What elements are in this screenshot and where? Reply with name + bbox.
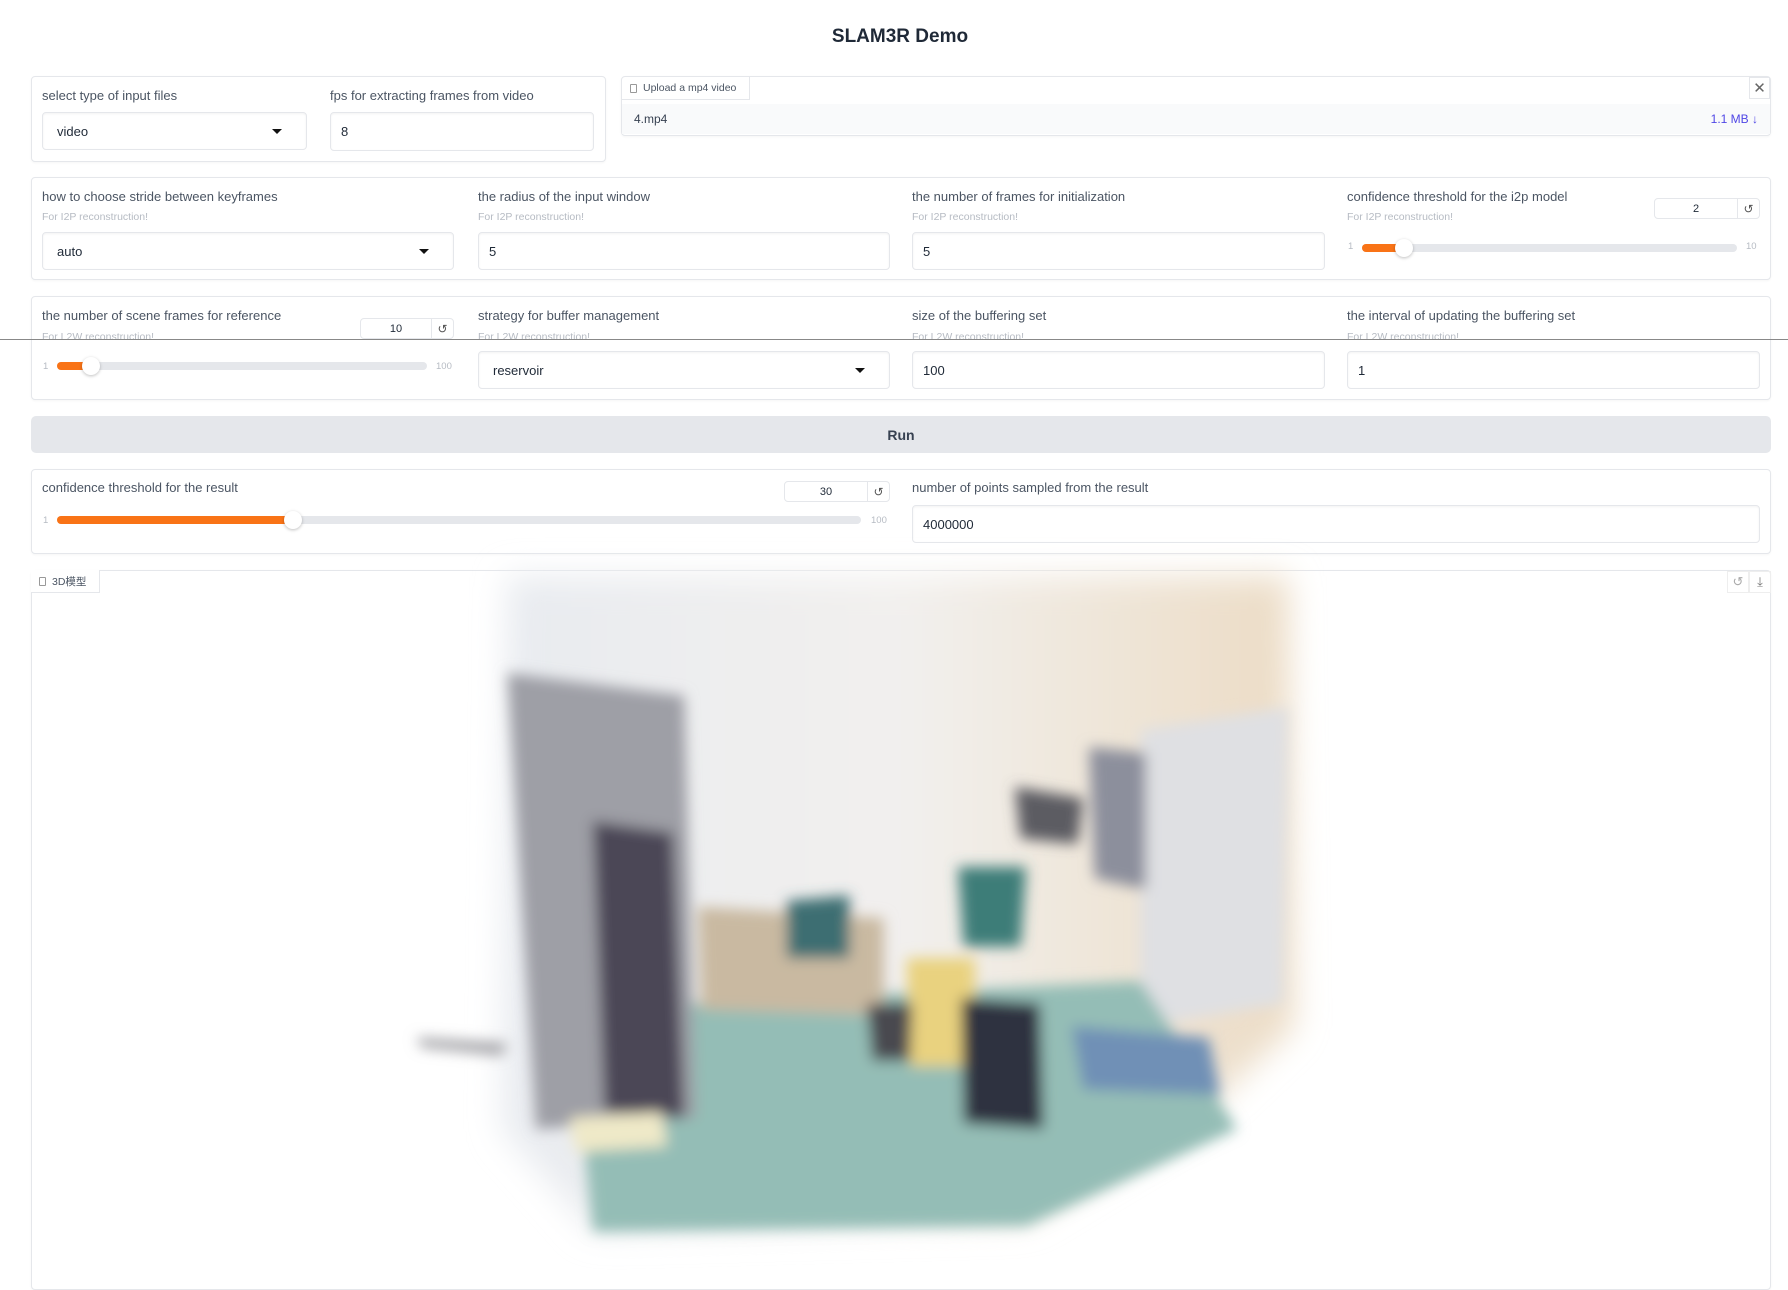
run-button[interactable]: Run (31, 416, 1771, 453)
init-frames-label: the number of frames for initialization (912, 189, 1126, 204)
buffer-strategy-value: reservoir (493, 362, 544, 378)
buffer-size-label: size of the buffering set (912, 308, 1047, 323)
buffer-interval-input[interactable]: 1 (1347, 351, 1760, 389)
scene-frames-label: the number of scene frames for reference (42, 308, 282, 323)
upload-tab-label: Upload a mp4 video (643, 82, 737, 94)
points-input[interactable]: 4000000 (912, 505, 1760, 543)
result-conf-label: confidence threshold for the result (42, 480, 238, 495)
radius-input[interactable]: 5 (478, 232, 890, 270)
model-3d-viewer[interactable] (31, 570, 1771, 1290)
result-conf-min: 1 (43, 515, 49, 526)
file-row: 4.mp4 1.1 MB ↓ (622, 104, 1770, 134)
buffer-strategy-label: strategy for buffer management (478, 308, 660, 323)
reset-icon[interactable]: ↺ (867, 482, 889, 501)
i2p-conf-max: 10 (1746, 241, 1757, 252)
buffer-size-input[interactable]: 100 (912, 351, 1325, 389)
radius-label: the radius of the input window (478, 189, 650, 204)
result-conf-value: 30 (819, 485, 833, 498)
stride-label: how to choose stride between keyframes (42, 189, 278, 204)
stride-sublabel: For I2P reconstruction! (42, 211, 149, 223)
result-conf-slider[interactable] (57, 511, 861, 529)
reset-icon[interactable]: ↺ (431, 319, 453, 338)
input-type-select[interactable]: video (42, 112, 307, 150)
chevron-down-icon (272, 128, 282, 134)
stride-value: auto (57, 243, 83, 259)
input-type-value: video (57, 123, 89, 139)
scene-frames-sublabel: For L2W reconstruction! (42, 331, 155, 343)
i2p-conf-min: 1 (1348, 241, 1354, 252)
result-conf-max: 100 (871, 515, 887, 526)
buffer-strategy-select[interactable]: reservoir (478, 351, 890, 389)
file-size-download-link[interactable]: 1.1 MB ↓ (1711, 112, 1758, 126)
buffer-strategy-sublabel: For L2W reconstruction! (478, 331, 591, 343)
init-frames-sublabel: For I2P reconstruction! (912, 211, 1019, 223)
scene-frames-value: 10 (389, 322, 403, 335)
scene-frames-min: 1 (43, 361, 49, 372)
scene-frames-max: 100 (436, 361, 452, 372)
i2p-conf-sublabel: For I2P reconstruction! (1347, 211, 1454, 223)
undo-icon[interactable]: ↺ (1727, 571, 1749, 593)
file-icon (630, 83, 637, 93)
upload-tab: Upload a mp4 video (622, 77, 750, 100)
download-icon[interactable]: ⤓ (1749, 571, 1771, 593)
file-name: 4.mp4 (634, 112, 668, 126)
input-type-label: select type of input files (42, 88, 178, 103)
init-frames-input[interactable]: 5 (912, 232, 1325, 270)
divider-line (0, 339, 1788, 340)
i2p-conf-value: 2 (1692, 202, 1700, 215)
page-title: SLAM3R Demo (831, 26, 969, 47)
points-label: number of points sampled from the result (912, 480, 1149, 495)
i2p-conf-number[interactable]: 2 ↺ (1654, 198, 1760, 219)
i2p-conf-label: confidence threshold for the i2p model (1347, 189, 1568, 204)
fps-label: fps for extracting frames from video (330, 88, 534, 103)
model-3d-label: 3D模型 (52, 575, 87, 588)
chevron-down-icon (419, 248, 429, 254)
reset-icon[interactable]: ↺ (1737, 199, 1759, 218)
buffer-interval-sublabel: For L2W reconstruction! (1347, 331, 1460, 343)
model-3d-tab: 3D模型 (31, 570, 100, 593)
buffer-interval-label: the interval of updating the buffering s… (1347, 308, 1576, 323)
i2p-conf-slider[interactable] (1362, 239, 1737, 257)
chevron-down-icon (855, 367, 865, 373)
file-icon (39, 576, 46, 586)
stride-select[interactable]: auto (42, 232, 454, 270)
scene-frames-number[interactable]: 10 ↺ (360, 318, 454, 339)
buffer-size-sublabel: For L2W reconstruction! (912, 331, 1025, 343)
radius-sublabel: For I2P reconstruction! (478, 211, 585, 223)
result-conf-number[interactable]: 30 ↺ (784, 481, 890, 502)
scene-frames-slider[interactable] (57, 357, 427, 375)
fps-input[interactable]: 8 (330, 112, 594, 151)
close-icon[interactable]: ✕ (1749, 77, 1770, 99)
